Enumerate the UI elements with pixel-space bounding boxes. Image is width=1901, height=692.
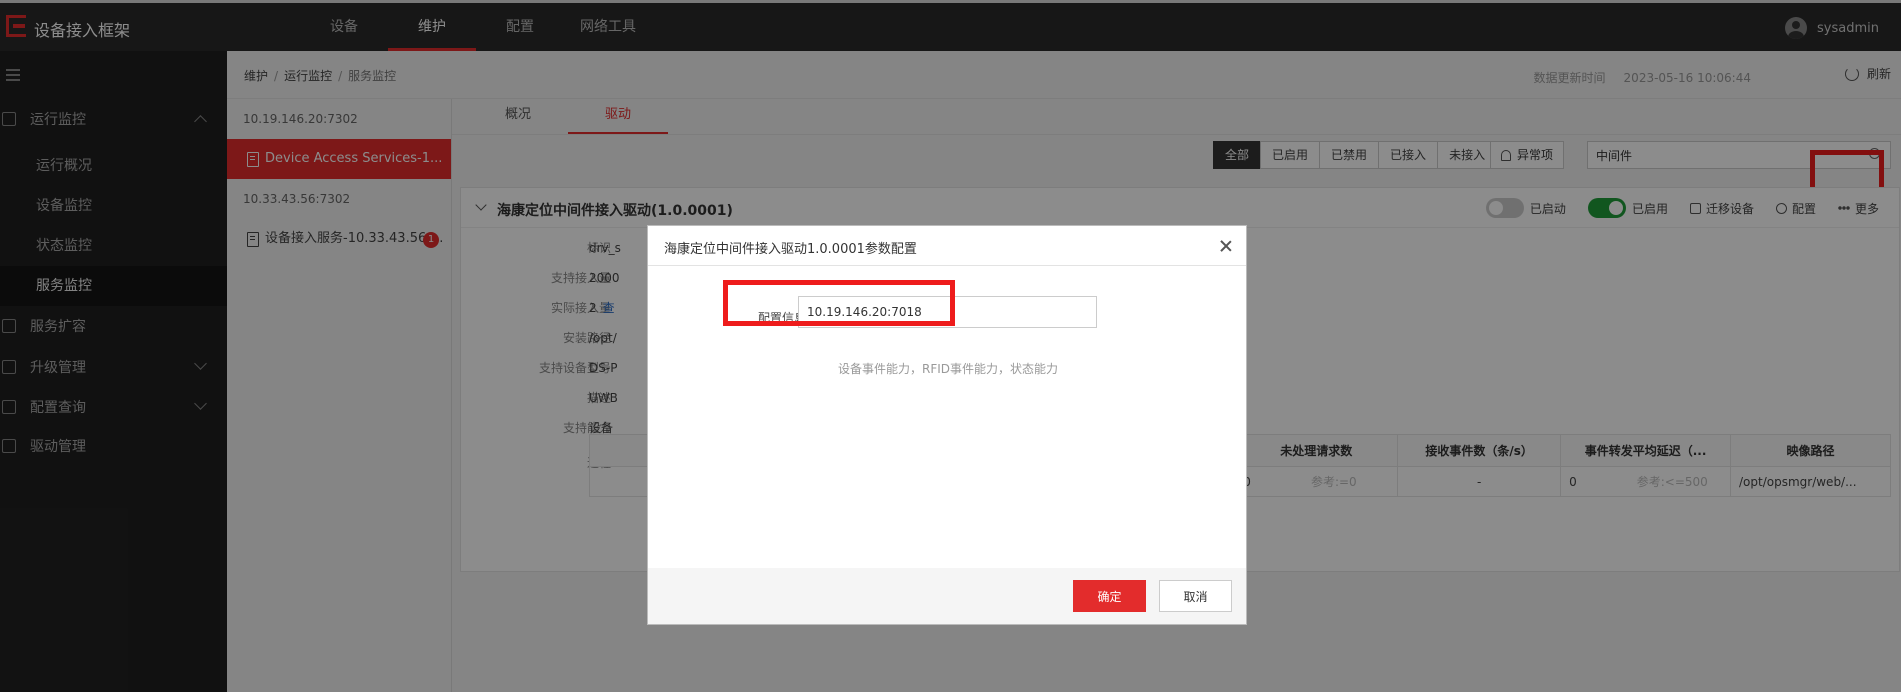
capability-hint: 设备事件能力，RFID事件能力，状态能力	[837, 362, 1059, 376]
confirm-button[interactable]: 确定	[1073, 580, 1146, 612]
dialog-footer: 确定 取消	[648, 568, 1246, 624]
config-info-input[interactable]	[798, 296, 1097, 328]
config-dialog: 海康定位中间件接入驱动1.0.0001参数配置 配置信息 设备事件能力，RFID…	[647, 225, 1247, 625]
cancel-button[interactable]: 取消	[1159, 580, 1232, 612]
dialog-header: 海康定位中间件接入驱动1.0.0001参数配置	[648, 226, 1246, 266]
config-info-label: 配置信息	[757, 311, 806, 325]
close-icon[interactable]	[1220, 240, 1232, 252]
dialog-title: 海康定位中间件接入驱动1.0.0001参数配置	[664, 242, 917, 257]
